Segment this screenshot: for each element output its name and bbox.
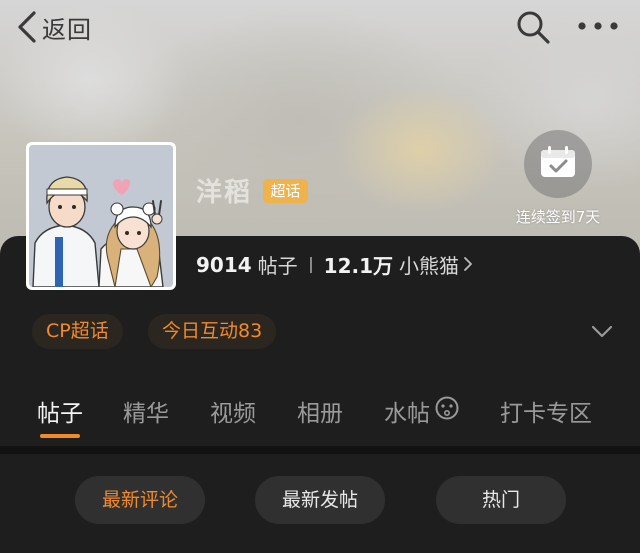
tab-bar: 帖子 精华 视频 相册 水帖 打卡专区	[0, 386, 640, 442]
tab-label: 视频	[210, 401, 256, 427]
tab-featured[interactable]: 精华	[123, 394, 169, 428]
tab-checkin-zone[interactable]: 打卡专区	[500, 394, 592, 428]
section-divider	[0, 446, 640, 454]
tab-label: 相册	[297, 401, 343, 427]
chevron-right-icon	[463, 253, 473, 277]
checkin-label: 连续签到7天	[515, 208, 601, 226]
avatar-illustration	[29, 145, 173, 287]
search-icon	[514, 11, 552, 50]
search-button[interactable]	[514, 8, 552, 46]
tab-albums[interactable]: 相册	[297, 394, 343, 428]
chevron-left-icon	[16, 10, 38, 44]
sort-hot[interactable]: 热门	[436, 476, 566, 524]
checkin-circle	[524, 130, 592, 198]
stats-divider	[309, 256, 312, 273]
tab-water-posts[interactable]: 水帖	[384, 394, 460, 428]
tab-label: 帖子	[37, 401, 83, 427]
topic-page: 返回 连续签到7天 洋稻 超话 9014 帖子 12.1万 小熊猫 CP超话 今…	[0, 0, 640, 553]
posts-count: 9014	[196, 252, 252, 277]
expand-button[interactable]	[588, 318, 616, 346]
super-topic-badge: 超话	[263, 179, 308, 203]
active-tab-indicator	[40, 434, 80, 438]
back-label: 返回	[42, 15, 92, 44]
tab-label: 水帖	[384, 401, 430, 427]
more-button[interactable]	[574, 12, 624, 42]
tab-label: 精华	[123, 401, 169, 427]
followers-count: 12.1万	[323, 254, 394, 278]
sort-latest-posts[interactable]: 最新发帖	[255, 476, 385, 524]
checkin-button[interactable]: 连续签到7天	[508, 130, 608, 227]
topic-stats[interactable]: 9014 帖子 12.1万 小熊猫	[196, 250, 473, 279]
tag-daily-interaction[interactable]: 今日互动83	[148, 314, 277, 349]
tab-label: 打卡专区	[500, 401, 592, 427]
tag-cp-super-topic[interactable]: CP超话	[32, 314, 123, 349]
back-button[interactable]: 返回	[16, 8, 92, 46]
chevron-down-icon	[588, 325, 616, 350]
top-bar: 返回	[0, 0, 640, 56]
sort-latest-comments[interactable]: 最新评论	[75, 476, 205, 524]
sort-bar: 最新评论 最新发帖 热门	[0, 454, 640, 553]
tab-videos[interactable]: 视频	[210, 394, 256, 428]
face-emoji-icon	[434, 395, 460, 427]
followers-unit: 小熊猫	[399, 254, 460, 278]
posts-unit: 帖子	[257, 254, 298, 278]
topic-avatar[interactable]	[26, 142, 176, 290]
more-icon	[574, 22, 624, 46]
calendar-check-icon	[539, 145, 577, 183]
topic-name: 洋稻	[196, 178, 253, 208]
tab-posts[interactable]: 帖子	[37, 394, 83, 428]
